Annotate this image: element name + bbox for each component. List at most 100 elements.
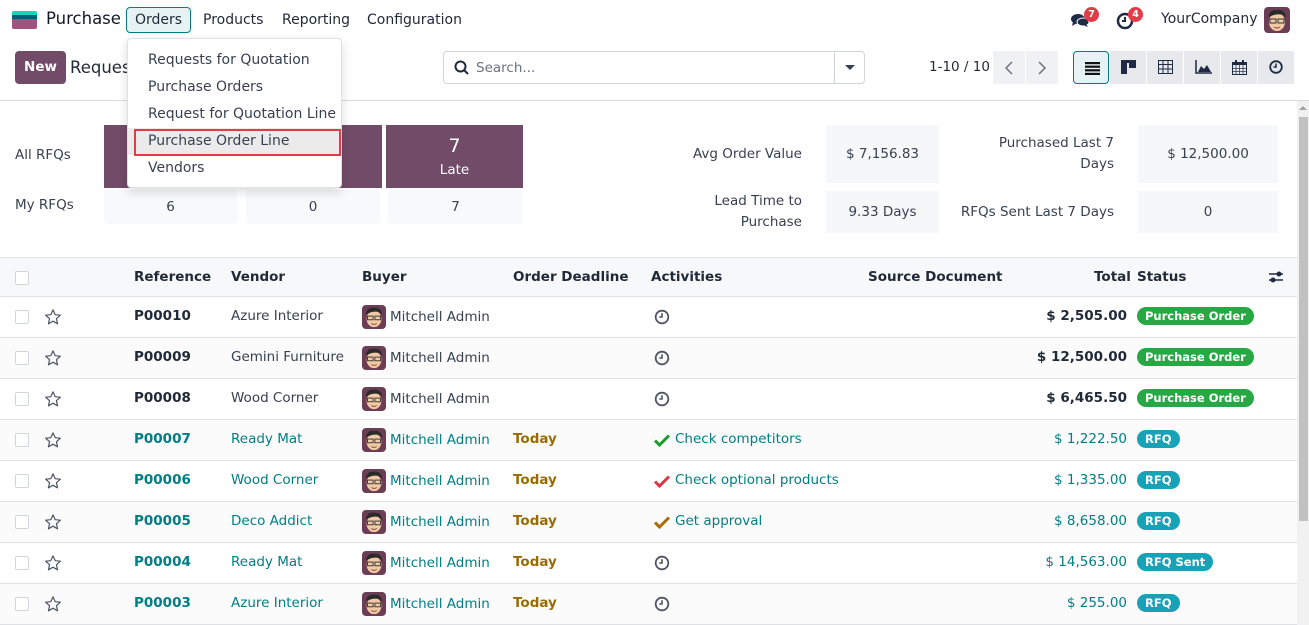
scrollbar-thumb[interactable] [1299,117,1308,521]
avg-order-value: $ 7,156.83 [826,125,939,183]
activities-count-badge: 4 [1128,7,1143,22]
menu-orders[interactable]: Orders [126,7,192,33]
table-row[interactable]: P00010 Azure Interior Mitchell Admin $ 2… [0,297,1297,338]
vendor-cell: Wood Corner [231,472,319,488]
activity-clock-icon[interactable] [654,555,670,571]
activity-view-clock-icon [1269,60,1283,74]
view-graph-button[interactable] [1184,51,1220,84]
star-icon[interactable] [44,390,62,408]
activity-summary[interactable]: Check optional products [675,472,839,488]
activity-summary[interactable]: Get approval [675,513,762,529]
buyer-avatar[interactable] [362,428,386,452]
buyer-avatar[interactable] [362,469,386,493]
column-header-status[interactable]: Status [1137,269,1186,285]
star-icon[interactable] [44,349,62,367]
table-row[interactable]: P00008 Wood Corner Mitchell Admin $ 6,46… [0,379,1297,420]
menu-item-purchase-order-line[interactable]: Purchase Order Line [128,128,341,156]
row-checkbox[interactable] [15,310,29,324]
status-badge: RFQ [1137,471,1180,489]
buyer-avatar[interactable] [362,346,386,370]
status-badge: Purchase Order [1137,307,1254,325]
purchase-app-icon[interactable] [12,11,37,29]
menu-configuration[interactable]: Configuration [358,7,471,33]
row-checkbox[interactable] [15,433,29,447]
column-header-vendor[interactable]: Vendor [231,269,285,285]
vertical-scrollbar[interactable] [1297,101,1309,625]
buyer-avatar[interactable] [362,510,386,534]
my-rfqs-cell-1[interactable]: 6 [104,190,237,224]
my-rfqs-cell-2[interactable]: 0 [246,190,380,224]
activity-clock-icon[interactable] [654,391,670,407]
menu-item-purchase-orders[interactable]: Purchase Orders [128,74,341,101]
row-checkbox[interactable] [15,351,29,365]
order-deadline-cell: Today [513,431,557,447]
column-header-total[interactable]: Total [1094,269,1131,285]
my-rfqs-cell-late[interactable]: 7 [388,190,523,224]
column-header-buyer[interactable]: Buyer [362,269,407,285]
lead-time-label: Lead Time to Purchase [714,193,802,230]
pager-previous-button[interactable] [993,51,1025,84]
activity-check-icon[interactable] [653,514,671,530]
table-row[interactable]: P00007 Ready Mat Mitchell Admin Today Ch… [0,420,1297,461]
menu-item-vendors[interactable]: Vendors [128,155,341,182]
row-checkbox[interactable] [15,597,29,611]
table-row[interactable]: P00005 Deco Addict Mitchell Admin Today … [0,502,1297,543]
column-header-order-deadline[interactable]: Order Deadline [513,269,628,285]
star-icon[interactable] [44,513,62,531]
select-all-checkbox[interactable] [15,271,29,285]
activity-check-icon[interactable] [653,432,671,448]
activity-clock-icon[interactable] [654,309,670,325]
kpi-tile-late[interactable]: 7 Late [386,125,523,188]
buyer-avatar[interactable] [362,305,386,329]
activity-check-icon[interactable] [653,473,671,489]
star-icon[interactable] [44,554,62,572]
table-row[interactable]: P00003 Azure Interior Mitchell Admin Tod… [0,584,1297,625]
new-button[interactable]: New [15,51,66,84]
reference-cell: P00003 [134,595,191,611]
column-header-reference[interactable]: Reference [134,269,211,285]
total-cell: $ 12,500.00 [1036,349,1127,365]
buyer-avatar[interactable] [362,387,386,411]
activity-clock-icon[interactable] [654,350,670,366]
menu-products[interactable]: Products [194,7,272,33]
table-row[interactable]: P00004 Ready Mat Mitchell Admin Today $ … [0,543,1297,584]
row-checkbox[interactable] [15,515,29,529]
reference-cell: P00009 [134,349,191,365]
graph-view-icon [1195,60,1212,74]
search-options-toggle[interactable] [834,52,864,83]
view-activity-button[interactable] [1258,51,1294,84]
column-header-activities[interactable]: Activities [651,269,722,285]
star-icon[interactable] [44,472,62,490]
user-avatar[interactable] [1264,7,1290,33]
view-list-button[interactable] [1073,51,1109,84]
table-row[interactable]: P00006 Wood Corner Mitchell Admin Today … [0,461,1297,502]
all-rfqs-label: All RFQs [15,147,71,163]
optional-columns-toggle-icon[interactable] [1268,270,1284,288]
star-icon[interactable] [44,431,62,449]
row-checkbox[interactable] [15,556,29,570]
star-icon[interactable] [44,308,62,326]
scroll-up-arrow-icon[interactable] [1299,106,1307,110]
buyer-avatar[interactable] [362,592,386,616]
row-checkbox[interactable] [15,474,29,488]
column-header-source-document[interactable]: Source Document [868,269,1003,285]
pager-next-button[interactable] [1026,51,1058,84]
lead-time-value: 9.33 Days [826,191,939,233]
star-icon[interactable] [44,595,62,613]
pager-value[interactable]: 1-10 / 10 [929,59,990,75]
company-switcher[interactable]: YourCompany [1161,11,1258,27]
menu-item-requests-for-quotation[interactable]: Requests for Quotation [128,47,341,74]
activity-summary[interactable]: Check competitors [675,431,802,447]
menu-item-request-for-quotation-line[interactable]: Request for Quotation Line [128,101,341,128]
row-checkbox[interactable] [15,392,29,406]
table-row[interactable]: P00009 Gemini Furniture Mitchell Admin $… [0,338,1297,379]
rfq-list: Reference Vendor Buyer Order Deadline Ac… [0,257,1297,625]
activity-clock-icon[interactable] [654,596,670,612]
menu-reporting[interactable]: Reporting [273,7,359,33]
search-input[interactable] [476,52,832,83]
buyer-avatar[interactable] [362,551,386,575]
view-pivot-button[interactable] [1147,51,1183,84]
view-kanban-button[interactable] [1110,51,1146,84]
view-calendar-button[interactable] [1221,51,1257,84]
app-name[interactable]: Purchase [46,9,121,28]
